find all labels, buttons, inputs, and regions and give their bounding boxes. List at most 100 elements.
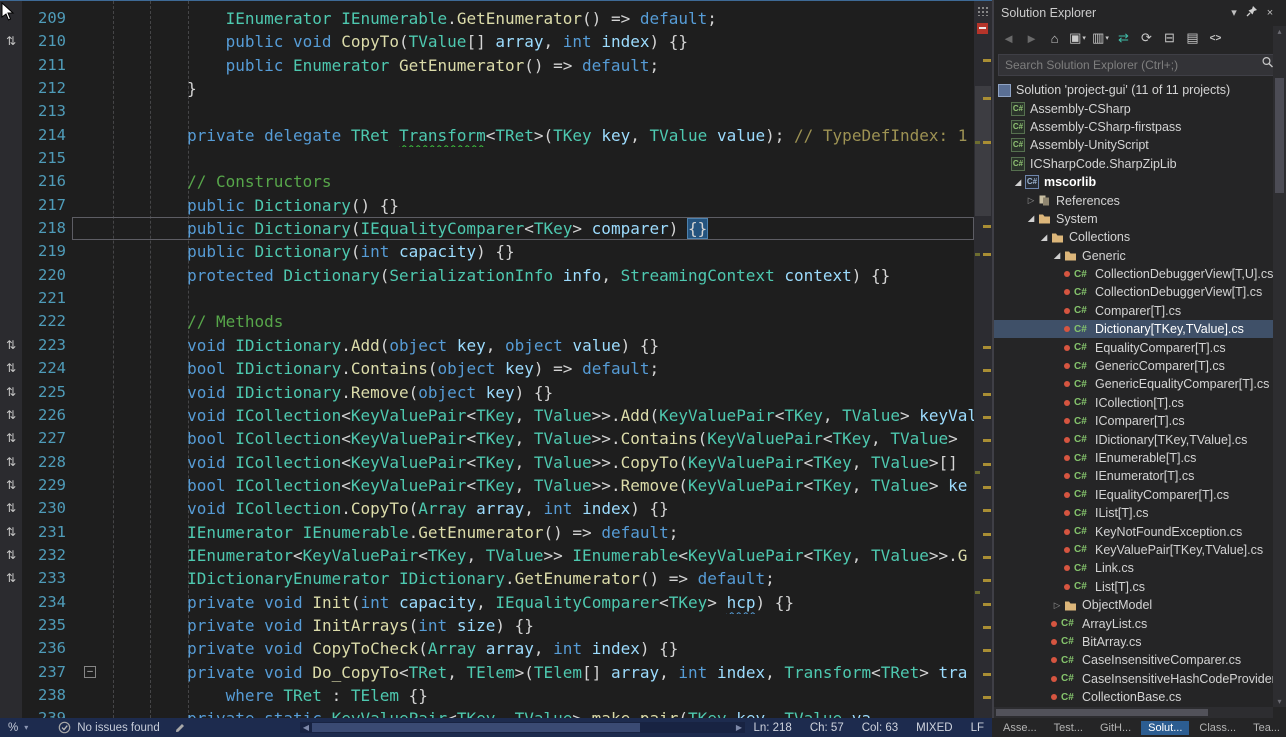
implementation-arrows-icon[interactable]: ⇅ <box>0 427 22 450</box>
search-input[interactable] <box>1005 58 1261 72</box>
glyph-margin[interactable] <box>0 614 22 637</box>
outlining-margin[interactable] <box>72 310 110 333</box>
code-line-body[interactable]: void IDictionary.Remove(object key) {} <box>72 381 974 404</box>
refresh-icon[interactable]: ⟳ <box>1136 28 1157 48</box>
outlining-margin[interactable] <box>72 544 110 567</box>
line-number[interactable]: 235 <box>22 614 72 637</box>
tree-vertical-scrollbar[interactable]: ▴ ▾ <box>1273 26 1286 707</box>
code-line-body[interactable]: where TRet : TElem {} <box>72 684 974 707</box>
panel-tab[interactable]: Test... <box>1047 721 1090 735</box>
tree-item[interactable]: C#BitArray.cs <box>994 633 1273 651</box>
implementation-arrows-icon[interactable]: ⇅ <box>0 497 22 520</box>
scroll-right-icon[interactable]: ▶ <box>733 723 745 732</box>
implementation-arrows-icon[interactable]: ⇅ <box>0 334 22 357</box>
glyph-margin[interactable] <box>0 170 22 193</box>
panel-tab[interactable]: GitH... <box>1093 721 1138 735</box>
code-line[interactable]: 211 public Enumerator GetEnumerator() =>… <box>0 54 974 77</box>
outlining-margin[interactable] <box>72 684 110 707</box>
code-line[interactable]: 218 public Dictionary(IEqualityComparer<… <box>0 217 974 240</box>
line-number[interactable]: 229 <box>22 474 72 497</box>
outlining-margin[interactable] <box>72 170 110 193</box>
status-encoding[interactable]: MIXED <box>916 722 952 734</box>
tree-item[interactable]: ▷References <box>994 191 1273 209</box>
outlining-margin[interactable] <box>72 100 110 123</box>
line-number[interactable]: 214 <box>22 124 72 147</box>
code-line-body[interactable]: } <box>72 77 974 100</box>
code-line-body[interactable]: // Methods <box>72 310 974 333</box>
panel-tab[interactable]: Asse... <box>996 721 1044 735</box>
line-number[interactable]: 228 <box>22 451 72 474</box>
tree-item[interactable]: C#Link.cs <box>994 559 1273 577</box>
tree-item[interactable]: C#IEnumerator[T].cs <box>994 467 1273 485</box>
code-line[interactable]: 220 protected Dictionary(SerializationIn… <box>0 264 974 287</box>
panel-tab[interactable]: Solut... <box>1141 721 1189 735</box>
glyph-margin[interactable] <box>0 217 22 240</box>
tree-item[interactable]: C#KeyValuePair[TKey,TValue].cs <box>994 541 1273 559</box>
line-number[interactable]: 210 <box>22 30 72 53</box>
outlining-margin[interactable] <box>72 30 110 53</box>
outlining-margin[interactable] <box>72 707 110 718</box>
tree-item[interactable]: C#GenericComparer[T].cs <box>994 357 1273 375</box>
glyph-margin[interactable] <box>0 287 22 310</box>
scrollbar-thumb[interactable] <box>996 709 1208 716</box>
line-number[interactable]: 211 <box>22 54 72 77</box>
panel-tab[interactable]: Tea... <box>1246 721 1286 735</box>
implementation-arrows-icon[interactable]: ⇅ <box>0 451 22 474</box>
outlining-margin[interactable] <box>72 614 110 637</box>
code-line-body[interactable]: private static KeyValuePair<TKey, TValue… <box>72 707 974 718</box>
line-number[interactable]: 225 <box>22 381 72 404</box>
tree-item[interactable]: C#IDictionary[TKey,TValue].cs <box>994 430 1273 448</box>
code-line[interactable]: ⇅231 IEnumerator IEnumerable.GetEnumerat… <box>0 521 974 544</box>
code-line-body[interactable] <box>72 100 974 123</box>
glyph-margin[interactable] <box>0 194 22 217</box>
line-number[interactable]: 233 <box>22 567 72 590</box>
zoom-control[interactable]: % ▾ <box>8 722 28 734</box>
editor-horizontal-scrollbar[interactable]: ◀ ▶ <box>300 722 745 733</box>
glyph-margin[interactable] <box>0 684 22 707</box>
outlining-margin[interactable] <box>72 7 110 30</box>
tree-item[interactable]: C#EqualityComparer[T].cs <box>994 338 1273 356</box>
outlining-margin[interactable] <box>72 357 110 380</box>
code-line[interactable]: 234 private void Init(int capacity, IEqu… <box>0 591 974 614</box>
outlining-margin[interactable] <box>72 54 110 77</box>
implementation-arrows-icon[interactable]: ⇅ <box>0 567 22 590</box>
tree-item[interactable]: C#ArrayList.cs <box>994 614 1273 632</box>
line-number[interactable]: 222 <box>22 310 72 333</box>
outlining-margin[interactable] <box>72 334 110 357</box>
close-icon[interactable]: × <box>1261 7 1279 19</box>
tree-item[interactable]: C#IList[T].cs <box>994 504 1273 522</box>
expand-arrow-icon[interactable]: ◢ <box>1050 250 1064 261</box>
outlining-margin[interactable] <box>72 124 110 147</box>
tree-item[interactable]: C#Assembly-UnityScript <box>994 136 1273 154</box>
code-line-body[interactable]: private void CopyToCheck(Array array, in… <box>72 637 974 660</box>
outlining-margin[interactable] <box>72 264 110 287</box>
tree-item[interactable]: ▷ObjectModel <box>994 596 1273 614</box>
status-col[interactable]: Col: 63 <box>862 722 898 734</box>
implementation-arrows-icon[interactable]: ⇅ <box>0 30 22 53</box>
code-line-body[interactable]: public Dictionary() {} <box>72 194 974 217</box>
expand-arrow-icon[interactable]: ◢ <box>1011 177 1025 188</box>
line-number[interactable]: 209 <box>22 7 72 30</box>
collapse-all-icon[interactable]: ⊟ <box>1159 28 1180 48</box>
glyph-margin[interactable] <box>0 77 22 100</box>
tree-item[interactable]: C#CollectionBase.cs <box>994 688 1273 706</box>
line-number[interactable]: 217 <box>22 194 72 217</box>
line-number[interactable]: 212 <box>22 77 72 100</box>
code-line[interactable]: ⇅210 public void CopyTo(TValue[] array, … <box>0 30 974 53</box>
code-line[interactable]: 219 public Dictionary(int capacity) {} <box>0 240 974 263</box>
tree-item[interactable]: C#KeyNotFoundException.cs <box>994 522 1273 540</box>
glyph-margin[interactable] <box>0 240 22 263</box>
code-line-body[interactable]: public Dictionary(IEqualityComparer<TKey… <box>72 217 974 240</box>
properties-icon[interactable]: ▤ <box>1182 28 1203 48</box>
editor-vertical-scrollbar[interactable] <box>974 1 992 718</box>
filter-icon[interactable]: ▥▾ <box>1090 28 1111 48</box>
code-line[interactable]: 212 } <box>0 77 974 100</box>
tree-item[interactable]: C#Assembly-CSharp-firstpass <box>994 118 1273 136</box>
outlining-margin[interactable]: – <box>72 661 110 684</box>
line-number[interactable]: 213 <box>22 100 72 123</box>
code-line[interactable]: 221 <box>0 287 974 310</box>
status-line[interactable]: Ln: 218 <box>753 722 791 734</box>
code-line[interactable]: ⇅230 void ICollection.CopyTo(Array array… <box>0 497 974 520</box>
code-line-body[interactable]: IDictionaryEnumerator IDictionary.GetEnu… <box>72 567 974 590</box>
sync-with-active-document-icon[interactable]: ⇄ <box>1113 28 1134 48</box>
